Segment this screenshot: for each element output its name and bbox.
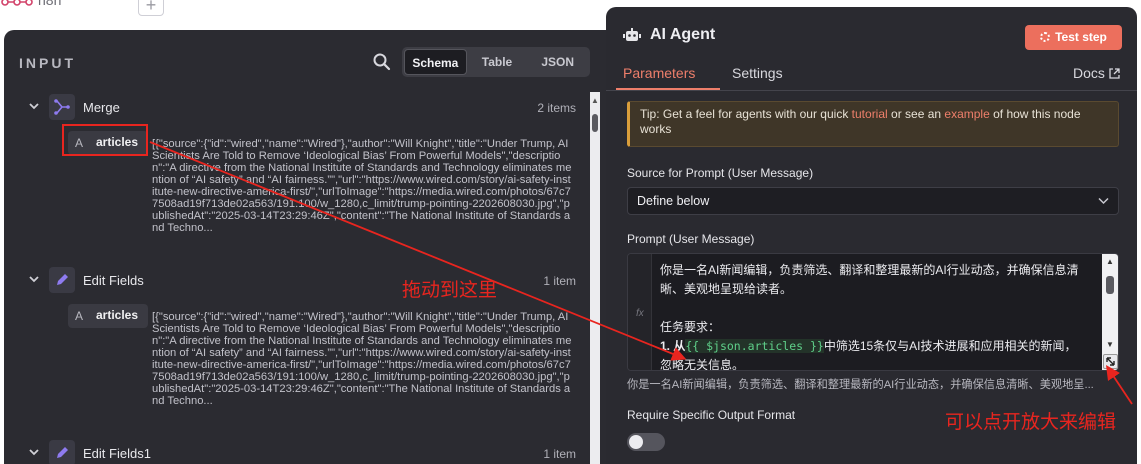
toggle-knob bbox=[629, 435, 643, 449]
expand-editor-icon[interactable] bbox=[1103, 354, 1118, 369]
test-step-button[interactable]: Test step bbox=[1025, 25, 1122, 50]
panel-header: AI Agent Test step bbox=[606, 7, 1137, 59]
chevron-down-icon[interactable] bbox=[28, 273, 40, 285]
scroll-up-icon[interactable]: ▲ bbox=[1106, 257, 1114, 266]
list-number: 1. 从 bbox=[660, 339, 686, 353]
add-node-button[interactable]: + bbox=[138, 0, 164, 16]
active-tab-indicator bbox=[616, 88, 720, 90]
prompt-preview: 你是一名AI新闻编辑，负责筛选、翻译和整理最新的AI行业动态，并确保信息清晰、美… bbox=[627, 379, 1094, 391]
selected-value: Define below bbox=[637, 194, 710, 208]
source-prompt-select[interactable]: Define below bbox=[627, 187, 1119, 215]
tab-parameters[interactable]: Parameters bbox=[623, 65, 695, 81]
field-value: [{"source":{"id":"wired","name":"Wired"}… bbox=[152, 138, 572, 234]
field-value: [{"source":{"id":"wired","name":"Wired"}… bbox=[152, 311, 572, 407]
pencil-icon bbox=[49, 267, 75, 293]
window-edge bbox=[1137, 0, 1141, 464]
node-name: Merge bbox=[83, 100, 120, 115]
scroll-thumb[interactable] bbox=[592, 114, 598, 132]
input-panel: INPUT Schema Table JSON Merge 2 items A … bbox=[4, 30, 606, 464]
tab-table[interactable]: Table bbox=[467, 49, 528, 75]
prompt-line: 任务要求： bbox=[660, 320, 721, 334]
prompt-line-rest: 中筛选15条仅与AI技术进展和应用相关的新闻， bbox=[823, 339, 1077, 353]
prompt-label: Prompt (User Message) bbox=[627, 232, 755, 246]
node-title: AI Agent bbox=[650, 26, 716, 43]
prompt-text[interactable]: 你是一名AI新闻编辑，负责筛选、翻译和整理最新的AI行业动态，并确保信息清晰、美… bbox=[660, 261, 1100, 371]
expression-token[interactable]: {{ $json.articles }} bbox=[685, 339, 824, 353]
screen: n8n + INPUT Schema Table JSON Merge 2 it… bbox=[0, 0, 1141, 464]
item-count: 1 item bbox=[543, 274, 576, 288]
external-link-icon bbox=[1109, 68, 1120, 79]
scroll-thumb[interactable] bbox=[1106, 276, 1114, 294]
prompt-line: 1. 从{{ $json.articles }}中筛选15条仅与AI技术进展和应… bbox=[660, 337, 1100, 356]
node-name: Edit Fields bbox=[83, 273, 144, 288]
loader-icon bbox=[1040, 32, 1051, 42]
prompt-line: 忽略无关信息。 bbox=[660, 358, 745, 371]
tutorial-link[interactable]: tutorial bbox=[852, 107, 888, 121]
docs-link[interactable]: Docs bbox=[1073, 65, 1120, 81]
parameter-tabs: Parameters Settings Docs bbox=[606, 61, 1137, 91]
annotation-highlight-box bbox=[62, 124, 148, 156]
tree-node-edit-fields[interactable]: Edit Fields 1 item bbox=[4, 267, 594, 295]
schema-field-articles[interactable]: A articles bbox=[68, 304, 148, 328]
tree-node-merge[interactable]: Merge 2 items bbox=[4, 94, 594, 122]
item-count: 1 item bbox=[543, 447, 576, 461]
scroll-up-icon[interactable]: ▲ bbox=[591, 96, 599, 105]
canvas-title: n8n bbox=[38, 0, 62, 8]
chevron-down-icon[interactable] bbox=[28, 446, 40, 458]
tip-text-middle: or see an bbox=[887, 107, 945, 121]
n8n-logo-icon bbox=[1, 0, 33, 6]
chevron-down-icon[interactable] bbox=[28, 100, 40, 112]
fx-icon: fx bbox=[636, 308, 644, 319]
node-name: Edit Fields1 bbox=[83, 446, 151, 461]
source-prompt-label: Source for Prompt (User Message) bbox=[627, 166, 814, 180]
tab-json[interactable]: JSON bbox=[527, 49, 588, 75]
search-icon[interactable] bbox=[372, 52, 392, 72]
test-step-label: Test step bbox=[1055, 30, 1107, 44]
tip-text-prefix: Tip: Get a feel for agents with our quic… bbox=[640, 107, 852, 121]
robot-icon bbox=[623, 28, 641, 41]
merge-icon bbox=[49, 94, 75, 120]
input-scrollbar[interactable]: ▲ bbox=[590, 92, 600, 464]
string-type-icon: A bbox=[75, 309, 84, 323]
annotation-click-expand: 可以点开放大来编辑 bbox=[945, 411, 1117, 433]
view-mode-switch: Schema Table JSON bbox=[402, 47, 590, 77]
input-panel-title: INPUT bbox=[19, 55, 76, 71]
annotation-drag-here: 拖动到这里 bbox=[402, 279, 498, 301]
require-format-label: Require Specific Output Format bbox=[627, 408, 796, 422]
docs-label: Docs bbox=[1073, 65, 1105, 81]
prompt-editor[interactable]: fx 你是一名AI新闻编辑，负责筛选、翻译和整理最新的AI行业动态，并确保信息清… bbox=[627, 253, 1119, 371]
field-key: articles bbox=[96, 308, 139, 322]
chevron-down-icon bbox=[1098, 197, 1109, 205]
tab-schema[interactable]: Schema bbox=[404, 49, 467, 75]
tab-settings[interactable]: Settings bbox=[732, 65, 783, 81]
canvas-top-strip: n8n + bbox=[0, 0, 600, 30]
scroll-down-icon[interactable]: ▼ bbox=[1106, 340, 1114, 349]
require-format-toggle[interactable] bbox=[627, 433, 665, 451]
example-link[interactable]: example bbox=[944, 107, 989, 121]
tree-node-edit-fields1[interactable]: Edit Fields1 1 item bbox=[4, 440, 594, 464]
item-count: 2 items bbox=[537, 101, 576, 115]
tip-callout: Tip: Get a feel for agents with our quic… bbox=[627, 101, 1119, 147]
prompt-line: 你是一名AI新闻编辑，负责筛选、翻译和整理最新的AI行业动态，并确保信息清晰、美… bbox=[660, 263, 1079, 296]
node-parameters-panel: AI Agent Test step Parameters Settings D… bbox=[606, 7, 1137, 464]
prompt-blank-line bbox=[660, 299, 1100, 318]
pencil-icon bbox=[49, 440, 75, 464]
